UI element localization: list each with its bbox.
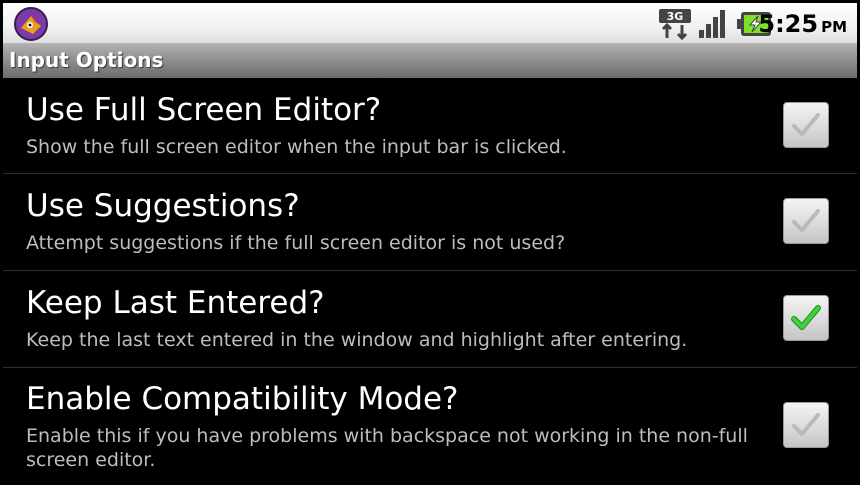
page-title: Input Options xyxy=(9,48,164,72)
compatibility-mode-checkbox[interactable] xyxy=(783,402,829,448)
signal-strength-icon xyxy=(699,10,725,38)
keep-last-entered-checkbox[interactable] xyxy=(783,295,829,341)
pref-compatibility-mode[interactable]: Enable Compatibility Mode? Enable this i… xyxy=(3,368,857,485)
title-bar: Input Options xyxy=(3,43,857,78)
checkmark-icon xyxy=(792,413,820,436)
clock-time: 5:25 xyxy=(758,10,819,38)
checkmark-icon xyxy=(792,113,820,136)
status-clock: 5:25 PM xyxy=(758,10,847,41)
pref-title: Enable Compatibility Mode? xyxy=(26,381,459,417)
checkmark-icon xyxy=(791,305,821,330)
suggestions-checkbox[interactable] xyxy=(783,198,829,244)
pref-title: Keep Last Entered? xyxy=(26,285,325,321)
pref-full-screen-editor[interactable]: Use Full Screen Editor? Show the full sc… xyxy=(3,78,857,174)
3g-data-icon: 3G xyxy=(659,9,691,40)
pref-summary: Enable this if you have problems with ba… xyxy=(26,425,748,471)
checkmark-icon xyxy=(792,209,820,232)
pref-summary: Attempt suggestions if the full screen e… xyxy=(26,232,566,254)
pref-keep-last-entered[interactable]: Keep Last Entered? Keep the last text en… xyxy=(3,271,857,368)
status-bar: 3G 5:25 PM xyxy=(3,3,857,43)
full-screen-editor-checkbox[interactable] xyxy=(783,102,829,148)
pref-title: Use Full Screen Editor? xyxy=(26,92,382,128)
pref-summary: Show the full screen editor when the inp… xyxy=(26,136,567,158)
preference-list: Use Full Screen Editor? Show the full sc… xyxy=(3,78,857,485)
pref-suggestions[interactable]: Use Suggestions? Attempt suggestions if … xyxy=(3,174,857,271)
pref-title: Use Suggestions? xyxy=(26,188,300,224)
clock-ampm: PM xyxy=(821,18,847,36)
pref-summary: Keep the last text entered in the window… xyxy=(26,329,688,351)
3g-label: 3G xyxy=(667,10,684,23)
app-logo-icon xyxy=(14,7,48,41)
screen: 3G 5:25 PM Input Options Use Full Screen … xyxy=(0,0,860,485)
